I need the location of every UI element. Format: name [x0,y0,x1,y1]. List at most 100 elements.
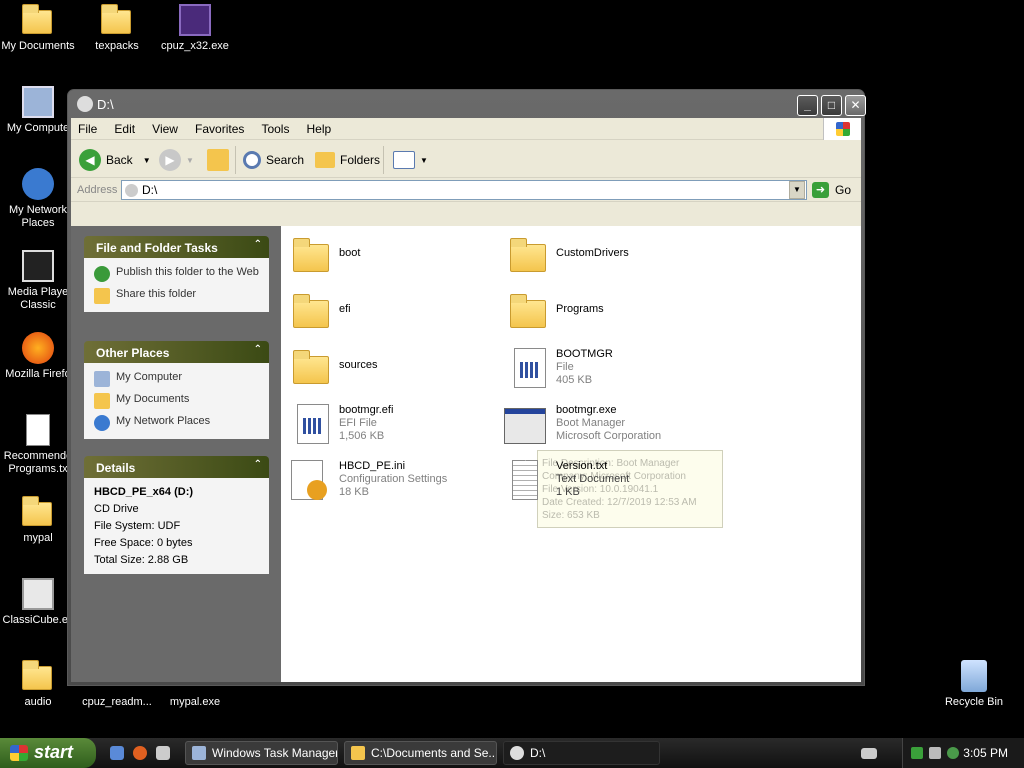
panel-body: Publish this folder to the Web Share thi… [84,258,269,312]
volume-tray-icon[interactable] [929,747,941,759]
file-item-programs[interactable]: Programs [508,288,718,338]
back-button[interactable]: ◀ Back ▼ [79,147,151,173]
views-icon [393,151,415,169]
network-tray-icon[interactable] [911,747,923,759]
back-label: Back [106,153,133,167]
task-d-drive[interactable]: D:\ [503,741,660,765]
computer-icon [94,371,110,387]
file-item-sources[interactable]: sources [291,344,501,394]
explorer-quicklaunch-icon[interactable] [110,746,124,760]
address-label: Address [77,184,118,196]
file-name: sources [339,359,378,371]
go-button[interactable]: ➜ Go [812,182,851,198]
text-document-icon [508,460,550,500]
minimize-button[interactable]: _ [797,95,818,116]
file-name: Version.txt [556,460,608,472]
file-item-bootmgr-efi[interactable]: bootmgr.efi EFI File 1,506 KB [291,400,501,450]
other-places-panel: Other Places ⌃ My Computer My Documents [84,341,269,439]
task-label: C:\Documents and Se... [371,746,497,760]
link-label: Share this folder [116,288,197,300]
maximize-button[interactable]: □ [821,95,842,116]
explorer-window: D:\ _ □ ✕ File Edit View Favorites Tools… [67,89,866,686]
mouse-cursor-icon [525,448,532,461]
panel-header[interactable]: Details ⌃ [84,456,269,478]
my-network-places-link[interactable]: My Network Places [94,415,259,431]
panel-header[interactable]: File and Folder Tasks ⌃ [84,236,269,258]
file-type: Boot Manager [556,417,626,429]
task-pane: File and Folder Tasks ⌃ Publish this fol… [71,226,281,682]
address-value: D:\ [142,183,158,197]
toolbar: ◀ Back ▼ ▶ ▼ Search Folders ▼ [71,140,861,178]
start-button[interactable]: start [0,738,96,768]
application-window-icon [504,404,546,444]
folders-button[interactable]: Folders [315,147,380,173]
my-computer-link[interactable]: My Computer [94,371,259,387]
menu-file[interactable]: File [71,118,104,140]
search-icon [243,151,261,169]
cd-drive-icon [510,746,524,760]
forward-button[interactable]: ▶ ▼ [159,147,194,173]
folder-icon [22,660,54,692]
desktop-icon-cpuz[interactable]: cpuz_x32.exe [153,4,237,53]
share-folder-link[interactable]: Share this folder [94,288,259,304]
start-label: start [34,742,74,762]
file-item-bootmgr-exe[interactable]: bootmgr.exe Boot Manager Microsoft Corpo… [504,400,714,450]
file-folder-tasks-panel: File and Folder Tasks ⌃ Publish this fol… [84,236,269,312]
menu-favorites[interactable]: Favorites [188,118,251,140]
title-bar[interactable]: D:\ _ □ ✕ [71,90,866,118]
desktop-icon-label: Recycle Bin [944,696,1004,708]
address-dropdown[interactable]: ▼ [789,181,805,199]
file-item-customdrivers[interactable]: CustomDrivers [508,232,718,282]
system-file-icon [291,404,333,444]
menu-view[interactable]: View [145,118,185,140]
recycle-bin-icon [961,660,987,692]
address-input[interactable]: D:\ [121,180,807,200]
computer-icon [22,86,54,118]
sync-tray-icon[interactable] [947,747,959,759]
views-button[interactable]: ▼ [393,147,428,173]
file-type: File [556,361,574,373]
explorer-body: File and Folder Tasks ⌃ Publish this fol… [71,226,861,682]
drive-total-size: Total Size: 2.88 GB [94,554,189,566]
file-name: Programs [556,303,604,315]
file-item-bootmgr[interactable]: BOOTMGR File 405 KB [508,344,718,394]
close-button[interactable]: ✕ [845,95,866,116]
publish-folder-link[interactable]: Publish this folder to the Web [94,266,259,282]
back-arrow-icon: ◀ [79,149,101,171]
clock[interactable]: 3:05 PM [963,746,1008,760]
folder-icon [101,4,133,36]
panel-header[interactable]: Other Places ⌃ [84,341,269,363]
task-windows-task-manager[interactable]: Windows Task Manager [185,741,338,765]
menu-tools[interactable]: Tools [254,118,296,140]
chevron-down-icon: ▼ [186,155,194,165]
task-label: D:\ [530,746,546,760]
up-folder-button[interactable] [207,147,234,173]
file-item-hbcd-pe-ini[interactable]: HBCD_PE.ini Configuration Settings 18 KB [287,456,497,506]
file-item-version-txt[interactable]: Version.txt Text Document 1 KB [508,456,718,506]
firefox-quicklaunch-icon[interactable] [133,746,147,760]
menu-help[interactable]: Help [300,118,339,140]
window-title: D:\ [97,97,114,112]
go-label: Go [835,183,852,197]
menu-edit[interactable]: Edit [107,118,142,140]
desktop-icon-my-documents[interactable]: My Documents [0,4,80,53]
desktop-icon-recycle-bin[interactable]: Recycle Bin [932,660,1016,709]
my-documents-link[interactable]: My Documents [94,393,259,409]
file-company: Microsoft Corporation [556,430,662,442]
chevron-down-icon: ▼ [142,155,151,165]
file-name: BOOTMGR [556,348,613,360]
chevron-up-icon[interactable]: ⌃ [254,344,262,355]
search-button[interactable]: Search [243,147,304,173]
task-documents-folder[interactable]: C:\Documents and Se... [344,741,497,765]
file-item-efi[interactable]: efi [291,288,501,338]
desktop-icon-texpacks[interactable]: texpacks [75,4,159,53]
keyboard-icon[interactable] [861,748,877,759]
file-item-boot[interactable]: boot [291,232,501,282]
chevron-up-icon[interactable]: ⌃ [254,239,262,250]
chevron-down-icon: ▼ [420,155,428,165]
media-player-quicklaunch-icon[interactable] [156,746,170,760]
folder-icon [291,348,333,388]
chevron-up-icon[interactable]: ⌃ [254,459,262,470]
file-type: Configuration Settings [339,473,448,485]
folder-icon [22,496,54,528]
